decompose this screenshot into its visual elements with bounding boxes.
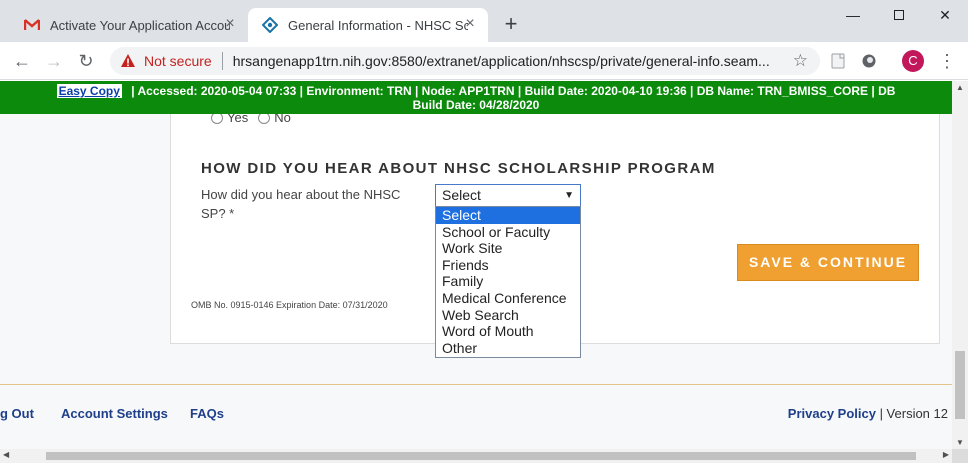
- dropdown-option[interactable]: Other: [436, 340, 580, 357]
- dropdown-option[interactable]: Family: [436, 273, 580, 290]
- profile-avatar[interactable]: C: [902, 50, 924, 72]
- dropdown-option[interactable]: Work Site: [436, 240, 580, 257]
- reload-icon[interactable]: ↻: [74, 49, 98, 73]
- dropdown-option[interactable]: Select: [436, 207, 580, 224]
- close-window-icon[interactable]: ✕: [922, 0, 968, 30]
- new-tab-button[interactable]: +: [500, 13, 522, 35]
- extension-page-icon[interactable]: [830, 53, 846, 69]
- close-tab-icon[interactable]: ×: [462, 16, 478, 32]
- browser-toolbar: ← → ↻ Not secure hrsangenapp1trn.nih.gov…: [0, 42, 968, 80]
- dropdown-arrow-icon: ▼: [564, 190, 574, 201]
- question-label: How did you hear about the NHSC SP? *: [201, 187, 401, 221]
- dropdown-option[interactable]: School or Faculty: [436, 224, 580, 241]
- dropdown-option[interactable]: Web Search: [436, 307, 580, 324]
- version-text: | Version 12: [875, 406, 948, 421]
- save-and-continue-button[interactable]: SAVE & CONTINUE: [737, 244, 919, 281]
- yes-no-radio-group: Yes No: [211, 114, 301, 125]
- scroll-down-icon[interactable]: ▼: [956, 438, 964, 447]
- back-arrow-icon[interactable]: ←: [10, 49, 34, 73]
- tab-title: Activate Your Application Accou: [50, 17, 230, 33]
- maximize-icon[interactable]: [876, 0, 922, 30]
- gmail-icon: [24, 17, 40, 33]
- tab-strip: Activate Your Application Accou × Genera…: [0, 0, 968, 42]
- address-bar[interactable]: Not secure hrsangenapp1trn.nih.gov:8580/…: [110, 47, 820, 75]
- env-info-line1: | Accessed: 2020-05-04 07:33 | Environme…: [131, 84, 896, 98]
- radio-yes-label: Yes: [227, 114, 249, 125]
- section-title: HOW DID YOU HEAR ABOUT NHSC SCHOLARSHIP …: [201, 160, 716, 177]
- bookmark-star-icon[interactable]: ☆: [793, 51, 808, 71]
- tab-gmail[interactable]: Activate Your Application Accou ×: [10, 8, 248, 42]
- security-label[interactable]: Not secure: [144, 53, 212, 69]
- radio-yes[interactable]: [211, 114, 223, 124]
- horizontal-scrollbar[interactable]: ◀ ▶: [0, 449, 952, 463]
- footer: g Out Account Settings FAQs Privacy Poli…: [0, 406, 952, 426]
- easy-copy-link[interactable]: Easy Copy: [56, 84, 122, 98]
- dropdown-option[interactable]: Medical Conference: [436, 290, 580, 307]
- select-value: Select: [442, 187, 481, 203]
- radio-no-label: No: [274, 114, 291, 125]
- scrollbar-corner: [952, 449, 968, 463]
- environment-banner: Easy Copy | Accessed: 2020-05-04 07:33 |…: [0, 81, 952, 114]
- hear-about-select[interactable]: Select ▼: [435, 184, 581, 207]
- tab-nhsc[interactable]: General Information - NHSC Scho ×: [248, 8, 488, 42]
- nhsc-icon: [262, 17, 278, 33]
- scroll-left-icon[interactable]: ◀: [3, 450, 9, 459]
- scroll-up-icon[interactable]: ▲: [956, 83, 964, 92]
- omb-notice: OMB No. 0915-0146 Expiration Date: 07/31…: [191, 300, 388, 310]
- vertical-scrollbar[interactable]: ▲ ▼: [952, 81, 968, 449]
- dropdown-option[interactable]: Word of Mouth: [436, 323, 580, 340]
- page-content: Yes No HOW DID YOU HEAR ABOUT NHSC SCHOL…: [0, 114, 952, 449]
- url-text[interactable]: hrsangenapp1trn.nih.gov:8580/extranet/ap…: [233, 53, 773, 69]
- vertical-scroll-thumb[interactable]: [955, 351, 965, 419]
- logout-link[interactable]: g Out: [0, 406, 34, 421]
- minimize-icon[interactable]: —: [830, 0, 876, 30]
- faqs-link[interactable]: FAQs: [190, 406, 224, 421]
- horizontal-scroll-thumb[interactable]: [46, 452, 916, 460]
- env-info-line2: Build Date: 04/28/2020: [412, 98, 540, 112]
- divider: [221, 52, 223, 70]
- tab-title: General Information - NHSC Scho: [288, 17, 468, 33]
- footer-right: Privacy Policy | Version 12: [788, 406, 948, 421]
- footer-divider: [0, 384, 952, 385]
- account-settings-link[interactable]: Account Settings: [61, 406, 168, 421]
- hear-about-dropdown-list: Select School or Faculty Work Site Frien…: [435, 206, 581, 358]
- warning-icon: [121, 54, 135, 67]
- dropdown-option[interactable]: Friends: [436, 257, 580, 274]
- scroll-right-icon[interactable]: ▶: [943, 450, 949, 459]
- privacy-policy-link[interactable]: Privacy Policy: [788, 406, 876, 421]
- close-tab-icon[interactable]: ×: [222, 16, 238, 32]
- more-menu-icon[interactable]: ⋮: [938, 49, 956, 73]
- extension-circle-icon[interactable]: [861, 53, 877, 69]
- forward-arrow-icon[interactable]: →: [42, 49, 66, 73]
- form-card: Yes No HOW DID YOU HEAR ABOUT NHSC SCHOL…: [170, 114, 940, 358]
- radio-no[interactable]: [258, 114, 271, 124]
